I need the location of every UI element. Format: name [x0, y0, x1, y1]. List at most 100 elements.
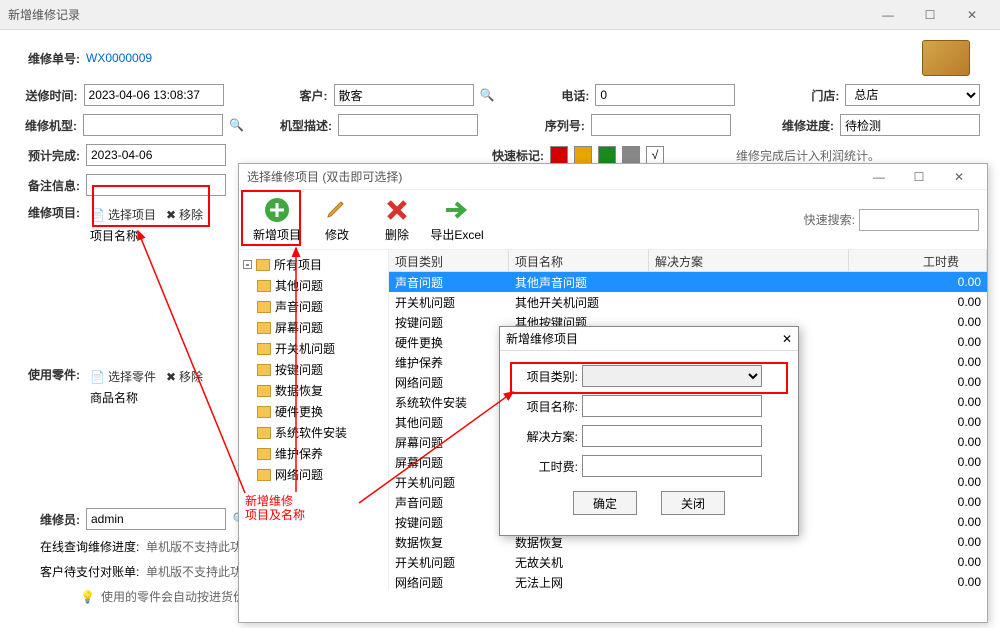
- pencil-icon: [323, 196, 351, 224]
- close-button[interactable]: ✕: [952, 3, 992, 27]
- repairitems-label: 维修项目:: [20, 204, 80, 221]
- online-label: 在线查询维修进度:: [40, 538, 140, 555]
- edit-button[interactable]: 修改: [307, 192, 367, 248]
- name-label: 项目名称:: [514, 398, 578, 415]
- tree-item[interactable]: 系统软件安装: [243, 422, 384, 443]
- modeldesc-input[interactable]: [338, 114, 478, 136]
- mark-green[interactable]: [598, 146, 616, 164]
- itemname-header: 项目名称: [86, 225, 207, 246]
- tree-item[interactable]: 屏幕问题: [243, 317, 384, 338]
- tree-item[interactable]: 开关机问题: [243, 338, 384, 359]
- x-icon: [383, 196, 411, 224]
- parts-label: 使用零件:: [20, 366, 80, 383]
- window-title: 新增维修记录: [8, 6, 868, 23]
- search-icon[interactable]: 🔍: [229, 116, 244, 134]
- tree-item[interactable]: 维护保养: [243, 443, 384, 464]
- mark-check[interactable]: √: [646, 146, 664, 164]
- folder-icon: [257, 427, 271, 439]
- model-input[interactable]: [83, 114, 223, 136]
- model-label: 维修机型:: [20, 117, 77, 134]
- col-name[interactable]: 项目名称: [509, 250, 649, 271]
- maximize-button[interactable]: ☐: [910, 3, 950, 27]
- dialog-title: 选择维修项目 (双击即可选择): [247, 168, 402, 185]
- partname-header: 商品名称: [86, 387, 207, 408]
- online-value: 单机版不支持此功: [146, 538, 242, 555]
- category-tree[interactable]: - 所有项目 其他问题 声音问题 屏幕问题 开关机问题 按键问题 数据恢复 硬件…: [239, 250, 389, 590]
- mini-title: 新增维修项目: [506, 330, 578, 347]
- fee-label: 工时费:: [514, 458, 578, 475]
- fee-input[interactable]: [582, 455, 762, 477]
- customer-label: 客户:: [274, 87, 328, 104]
- ok-button[interactable]: 确定: [573, 491, 637, 515]
- minus-icon[interactable]: -: [243, 260, 252, 269]
- annotation-box-3: [510, 362, 788, 394]
- orderno-label: 维修单号:: [20, 50, 80, 67]
- solution-input[interactable]: [582, 425, 762, 447]
- customer-input[interactable]: [334, 84, 474, 106]
- name-input[interactable]: [582, 395, 762, 417]
- mini-close-button[interactable]: ✕: [782, 332, 792, 346]
- tech-input[interactable]: [86, 508, 226, 530]
- export-button[interactable]: 导出Excel: [427, 192, 487, 248]
- quicksearch-label: 快速搜索:: [804, 211, 855, 228]
- annotation-box-1: [92, 185, 210, 227]
- folder-icon: [257, 406, 271, 418]
- tech-label: 维修员:: [20, 511, 80, 528]
- annotation-box-2: [241, 190, 301, 246]
- search-icon[interactable]: 🔍: [480, 86, 495, 104]
- sol-label: 解决方案:: [514, 428, 578, 445]
- note-after: 维修完成后计入利润统计。: [736, 147, 880, 164]
- store-label: 门店:: [786, 87, 840, 104]
- minimize-button[interactable]: —: [868, 3, 908, 27]
- serial-label: 序列号:: [532, 117, 585, 134]
- folder-icon: [257, 448, 271, 460]
- cancel-button[interactable]: 关闭: [661, 491, 725, 515]
- select-part-button[interactable]: 📄 选择零件: [90, 368, 156, 385]
- mark-gray[interactable]: [622, 146, 640, 164]
- tree-item[interactable]: 数据恢复: [243, 380, 384, 401]
- serial-input[interactable]: [591, 114, 731, 136]
- annotation-text: 新增维修 项目及名称: [245, 494, 305, 523]
- mark-red[interactable]: [550, 146, 568, 164]
- arrow-right-icon: [443, 196, 471, 224]
- folder-icon: [257, 364, 271, 376]
- mark-orange[interactable]: [574, 146, 592, 164]
- sendtime-label: 送修时间:: [20, 87, 78, 104]
- folder-icon: [257, 385, 271, 397]
- folder-icon: [257, 322, 271, 334]
- tree-item[interactable]: 硬件更换: [243, 401, 384, 422]
- remark-label: 备注信息:: [20, 177, 80, 194]
- remove-part-button[interactable]: ✖ 移除: [166, 368, 203, 385]
- modeldesc-label: 机型描述:: [279, 117, 332, 134]
- folder-icon: [256, 259, 270, 271]
- quickmark-label: 快速标记:: [488, 147, 544, 164]
- folder-icon: [257, 343, 271, 355]
- sendtime-input[interactable]: [84, 84, 224, 106]
- tree-item[interactable]: 网络问题: [243, 464, 384, 485]
- table-row[interactable]: 开关机问题其他开关机问题0.00: [389, 292, 987, 312]
- delete-button[interactable]: 删除: [367, 192, 427, 248]
- tel-label: 电话:: [536, 87, 590, 104]
- dialog-close[interactable]: ✕: [939, 165, 979, 189]
- tree-item[interactable]: 其他问题: [243, 275, 384, 296]
- table-row[interactable]: 开关机问题无故关机0.00: [389, 552, 987, 572]
- orderno-value: WX0000009: [86, 51, 152, 65]
- tree-item[interactable]: 按键问题: [243, 359, 384, 380]
- tree-item[interactable]: 声音问题: [243, 296, 384, 317]
- col-solution[interactable]: 解决方案: [649, 250, 849, 271]
- progress-input[interactable]: [840, 114, 980, 136]
- dialog-minimize[interactable]: —: [859, 165, 899, 189]
- folder-icon: [257, 280, 271, 292]
- eta-input[interactable]: [86, 144, 226, 166]
- table-row[interactable]: 声音问题其他声音问题0.00: [389, 272, 987, 292]
- col-category[interactable]: 项目类别: [389, 250, 509, 271]
- tel-input[interactable]: [595, 84, 735, 106]
- table-row[interactable]: 网络问题无法上网0.00: [389, 572, 987, 590]
- store-select[interactable]: 总店: [845, 84, 980, 106]
- tip-text: 使用的零件会自动按进货价: [101, 588, 245, 605]
- quicksearch-input[interactable]: [859, 209, 979, 231]
- col-fee[interactable]: 工时费: [917, 250, 987, 271]
- progress-label: 维修进度:: [781, 117, 834, 134]
- dialog-maximize[interactable]: ☐: [899, 165, 939, 189]
- folder-icon: [257, 301, 271, 313]
